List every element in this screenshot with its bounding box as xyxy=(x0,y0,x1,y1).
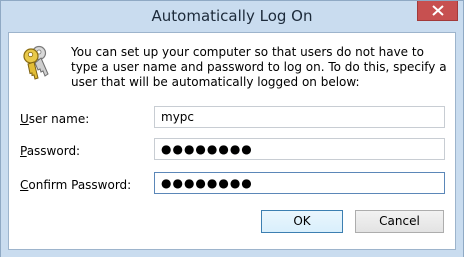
instructions-text: You can set up your computer so that use… xyxy=(71,45,447,89)
password-label: Password: xyxy=(20,144,81,158)
confirm-password-label: Confirm Password: xyxy=(20,178,132,192)
keys-icon xyxy=(23,45,49,80)
confirm-password-field[interactable]: ●●●●●●●● xyxy=(154,172,445,194)
ok-button[interactable]: OK xyxy=(261,210,343,233)
close-icon xyxy=(432,5,444,16)
username-label: User name: xyxy=(20,112,90,126)
close-button[interactable] xyxy=(417,1,458,21)
window-bottom-border xyxy=(1,250,463,257)
window-title: Automatically Log On xyxy=(151,7,313,25)
password-field[interactable]: ●●●●●●●● xyxy=(154,138,445,160)
cancel-button[interactable]: Cancel xyxy=(355,210,444,233)
username-field[interactable]: mypc xyxy=(154,106,445,128)
dialog-window: Automatically Log On You can set up your… xyxy=(0,0,464,257)
dialog-content: You can set up your computer so that use… xyxy=(8,32,456,250)
title-bar[interactable]: Automatically Log On xyxy=(1,1,463,34)
